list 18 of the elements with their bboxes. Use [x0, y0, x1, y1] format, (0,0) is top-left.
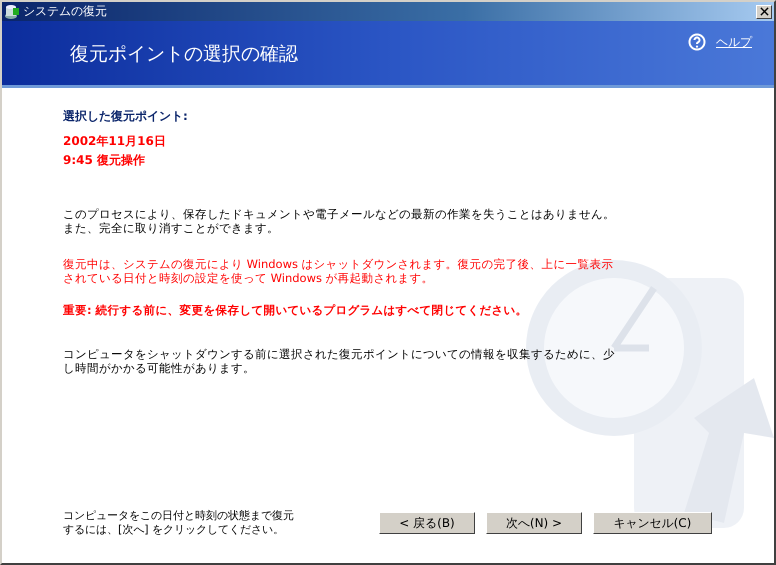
help-icon[interactable] [688, 33, 706, 51]
close-button[interactable] [756, 4, 772, 18]
restore-point-date: 2002年11月16日 [63, 133, 167, 150]
instruction-text: コンピュータをこの日付と時刻の状態まで復元するには、[次へ] をクリックしてください。 [63, 509, 295, 537]
info-text: コンピュータをシャットダウンする前に選択された復元ポイントについての情報を収集するために、少し時間がかかる可能性があります。 [63, 347, 616, 375]
app-icon [4, 4, 20, 20]
info-text: このプロセスにより、保存したドキュメントや電子メールなどの最新の作業を失うことはありません。また、完全に取り消すことができます。 [63, 207, 616, 235]
selected-point-label: 選択した復元ポイント: [63, 108, 189, 125]
back-button[interactable]: < 戻る(B) [379, 512, 475, 534]
important-text: 重要: 続行する前に、変更を保存して開いているプログラムはすべて閉じてください。 [63, 303, 529, 317]
warning-text: 復元中は、システムの復元により Windows はシャットダウンされます。復元の完了後、上に一覧表示されている日付と時刻の設定を使って Windows が再起動されます。 [63, 257, 615, 285]
close-icon [760, 7, 768, 16]
restore-point-description: 9:45 復元操作 [63, 152, 146, 169]
cancel-button[interactable]: キャンセル(C) [593, 512, 712, 534]
next-button[interactable]: 次へ(N) > [486, 512, 582, 534]
help-link[interactable]: ヘルプ [716, 34, 752, 50]
page-heading: 復元ポイントの選択の確認 [70, 42, 298, 67]
window-title: システムの復元 [23, 3, 108, 20]
